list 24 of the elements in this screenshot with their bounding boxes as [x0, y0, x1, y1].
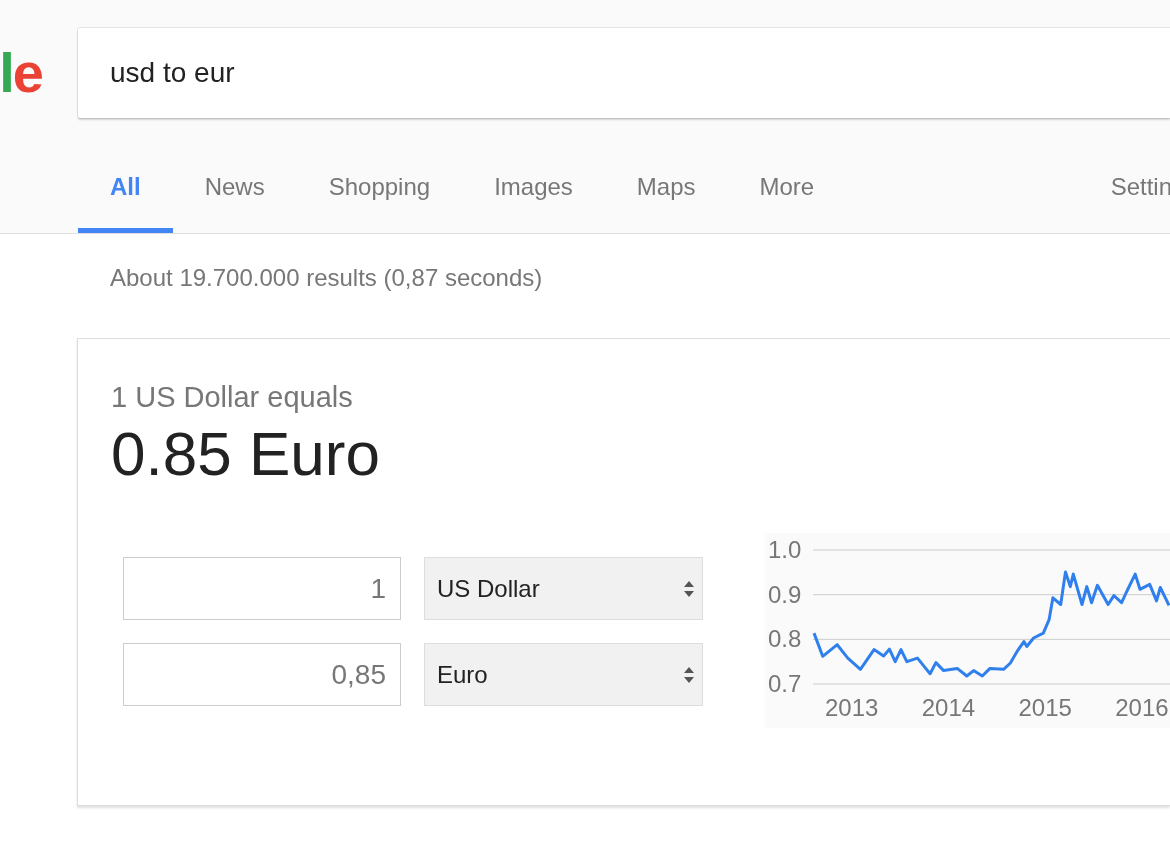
result-stats: About 19.700.000 results (0,87 seconds)	[109, 263, 544, 293]
nav-tab[interactable]: All	[78, 143, 173, 233]
axis-label: 0.8	[768, 625, 802, 653]
settings-link[interactable]: Settin	[1110, 143, 1170, 233]
axis-label: 1.0	[768, 536, 802, 563]
nav-tab[interactable]: News	[172, 143, 297, 233]
axis-label: 2013	[825, 694, 879, 721]
nav-tab[interactable]: Shopping	[296, 143, 463, 233]
conversion-result: 0.85 Euro	[111, 418, 381, 489]
axis-label: 0.7	[768, 670, 802, 697]
nav-tab[interactable]: Maps	[604, 143, 728, 233]
currency-select[interactable]: US Dollar	[424, 557, 703, 620]
axis-label: 2016	[1115, 694, 1169, 721]
amount-field[interactable]: 1	[123, 557, 401, 620]
currency-select[interactable]: Euro	[424, 643, 703, 706]
axis-label: 2014	[921, 694, 976, 721]
nav-tab[interactable]: More	[727, 143, 847, 233]
axis-label: 2015	[1018, 694, 1072, 721]
axis-label: 0.9	[768, 580, 802, 608]
search-field[interactable]: usd to eur	[78, 28, 1170, 118]
logo[interactable]: le	[0, 28, 78, 118]
nav-tab[interactable]: Images	[462, 143, 605, 233]
amount-field[interactable]: 0,85	[123, 643, 401, 706]
equals-label: 1 US Dollar equals	[111, 381, 354, 414]
